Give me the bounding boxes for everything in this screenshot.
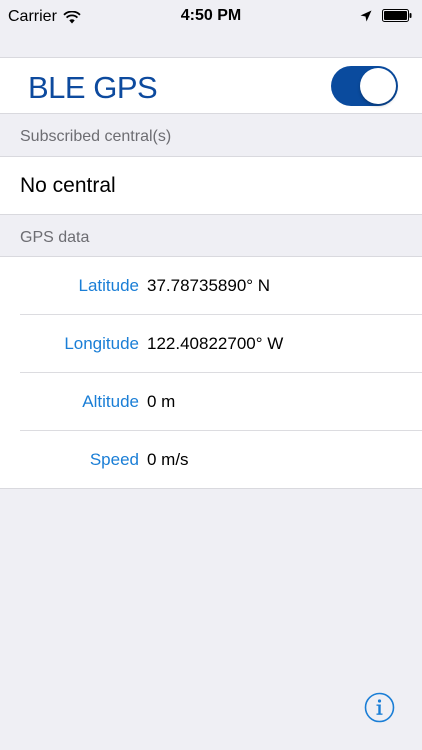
central-value: No central — [20, 174, 116, 197]
app-header: BLE GPS — [0, 57, 422, 114]
section-header-gps: GPS data — [20, 229, 90, 246]
gps-data-table: Latitude 37.78735890° N Longitude 122.40… — [0, 256, 422, 489]
info-icon[interactable] — [364, 692, 395, 723]
ble-toggle-switch[interactable] — [331, 66, 398, 106]
gps-row-altitude: Altitude 0 m — [0, 373, 422, 431]
status-bar: Carrier 4:50 PM — [0, 0, 422, 40]
gps-value: 122.40822700° W — [147, 334, 284, 353]
section-header-subscribed: Subscribed central(s) — [20, 128, 172, 145]
battery-icon — [382, 9, 412, 22]
gps-label: Altitude — [82, 392, 139, 411]
central-cell: No central — [0, 156, 422, 215]
toggle-knob — [360, 68, 396, 104]
gps-row-longitude: Longitude 122.40822700° W — [0, 315, 422, 373]
location-arrow-icon — [360, 10, 372, 21]
gps-value: 37.78735890° N — [147, 276, 271, 295]
gps-value: 0 m — [147, 392, 176, 411]
gps-label: Speed — [89, 450, 139, 469]
status-time: 4:50 PM — [180, 7, 242, 24]
gps-label: Longitude — [64, 334, 139, 353]
app-title: BLE GPS — [28, 70, 158, 105]
gps-value: 0 m/s — [147, 450, 189, 469]
gps-row-latitude: Latitude 37.78735890° N — [0, 257, 422, 315]
gps-row-speed: Speed 0 m/s — [0, 431, 422, 489]
status-right-icons — [360, 9, 412, 22]
gps-label: Latitude — [78, 276, 140, 295]
